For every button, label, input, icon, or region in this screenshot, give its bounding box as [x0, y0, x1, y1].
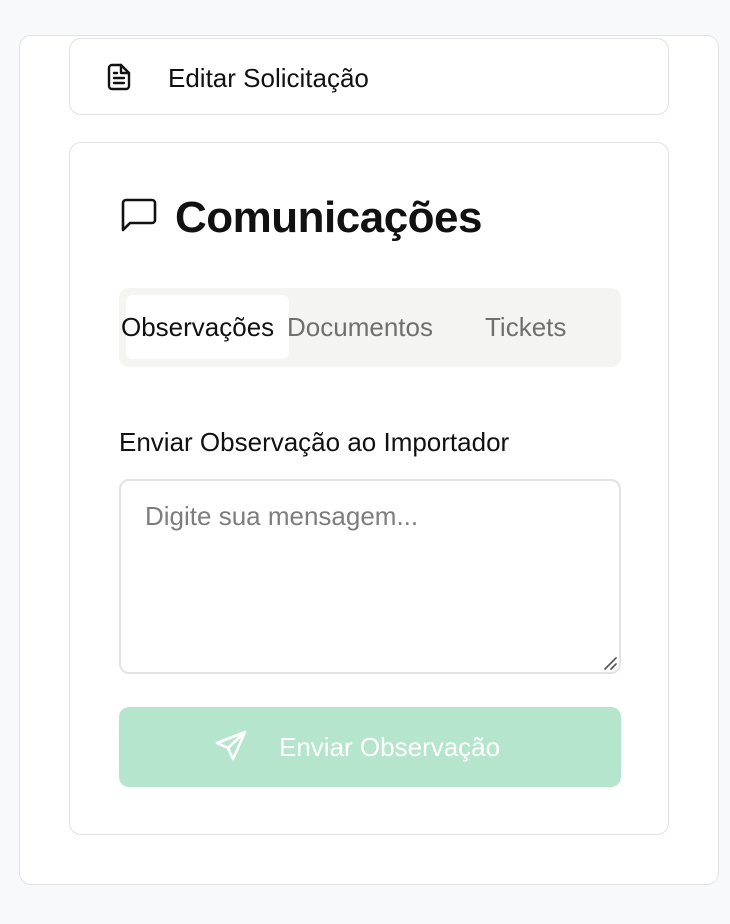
- communications-title: Comunicações: [175, 193, 482, 242]
- communications-card: Comunicações Observações Documentos Tick…: [69, 142, 669, 835]
- message-square-icon: [120, 198, 158, 234]
- send-icon: [214, 729, 248, 763]
- tab-observacoes[interactable]: Observações: [121, 295, 289, 359]
- edit-request-button[interactable]: Editar Solicitação: [69, 38, 669, 115]
- communications-tabs: Observações Documentos Tickets: [119, 288, 621, 367]
- send-observation-button[interactable]: Enviar Observação: [119, 707, 621, 787]
- message-input[interactable]: [119, 479, 621, 674]
- tab-documentos[interactable]: Documentos: [287, 295, 457, 359]
- resize-handle-icon[interactable]: [603, 656, 617, 670]
- edit-request-label: Editar Solicitação: [168, 63, 369, 93]
- tab-tickets[interactable]: Tickets: [485, 295, 585, 359]
- send-observation-label: Enviar Observação: [279, 732, 501, 762]
- document-icon: [106, 63, 132, 91]
- message-field-label: Enviar Observação ao Importador: [119, 427, 510, 457]
